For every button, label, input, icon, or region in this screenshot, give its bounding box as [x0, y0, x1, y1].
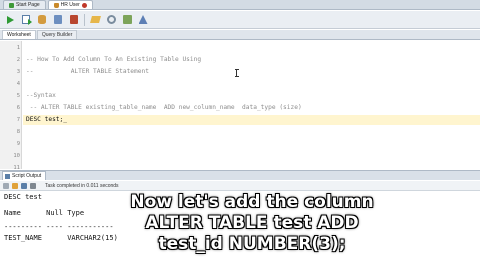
code-line-comment: --Syntax	[26, 92, 56, 99]
line-number-gutter: 1 2 3 4 5 6 7 8 9 10 11	[0, 41, 22, 169]
line-number: 2	[16, 57, 20, 63]
run-script-icon	[22, 15, 32, 25]
tab-start-page-label: Start Page	[16, 2, 40, 8]
output-line: TEST_NAME VARCHAR2(15)	[4, 234, 118, 242]
toolbar-divider	[84, 13, 85, 26]
tab-script-output[interactable]: Script Output	[2, 171, 47, 180]
tab-script-output-label: Script Output	[12, 173, 42, 179]
autotrace-icon	[138, 15, 148, 24]
line-number: 6	[16, 105, 20, 111]
sql-history-button[interactable]	[105, 14, 117, 26]
play-icon	[6, 15, 14, 24]
document-tab-bar: Start Page HR User	[0, 0, 480, 10]
autotrace-button[interactable]	[137, 14, 149, 26]
save-icon[interactable]	[21, 182, 27, 189]
run-script-button[interactable]	[20, 14, 32, 26]
text-cursor-icon	[234, 69, 239, 77]
clear-output-icon[interactable]	[12, 182, 18, 189]
sql-editor[interactable]: 1 2 3 4 5 6 7 8 9 10 11 -- How To Add Co…	[0, 41, 480, 169]
video-caption-line: test_id NUMBER(3);	[158, 234, 346, 254]
clear-button[interactable]	[89, 14, 101, 26]
run-statement-button[interactable]	[4, 14, 16, 26]
line-number: 1	[16, 45, 20, 51]
close-tab-icon[interactable]	[81, 2, 87, 8]
database-connection-icon	[53, 2, 59, 8]
rollback-button[interactable]	[68, 14, 80, 26]
tab-start-page[interactable]: Start Page	[3, 0, 46, 9]
output-line: --------- ---- -----------	[4, 223, 114, 231]
output-line: Name Null Type	[4, 209, 85, 217]
tab-hr-user[interactable]: HR User	[47, 0, 93, 9]
video-caption-line: Now let's add the column	[130, 192, 374, 212]
explain-plan-icon	[122, 15, 132, 24]
history-icon	[106, 15, 116, 24]
task-status: Task completed in 0.011 seconds	[45, 182, 119, 189]
print-icon[interactable]	[30, 182, 36, 189]
video-caption-line: ALTER TABLE test ADD	[145, 213, 359, 233]
code-line-comment: -- ALTER TABLE existing_table_name ADD n…	[26, 104, 302, 111]
output-toolbar: Task completed in 0.011 seconds	[0, 181, 480, 191]
line-number: 7	[16, 117, 20, 123]
code-line-comment: -- How To Add Column To An Existing Tabl…	[26, 56, 202, 63]
tab-worksheet[interactable]: Worksheet	[2, 30, 36, 39]
commit-icon	[54, 15, 62, 24]
line-number: 10	[13, 153, 20, 159]
output-line: DESC test	[4, 193, 42, 201]
rollback-icon	[70, 15, 78, 24]
database-icon	[38, 15, 46, 24]
line-number: 8	[16, 129, 20, 135]
line-number: 3	[16, 69, 20, 75]
line-number: 4	[16, 81, 20, 87]
script-output-icon	[5, 173, 10, 179]
code-line-active: DESC test;_	[23, 115, 480, 125]
output-tab-bar: Script Output	[0, 170, 480, 180]
line-number: 9	[16, 141, 20, 147]
db-button[interactable]	[36, 14, 48, 26]
start-page-icon	[9, 2, 14, 8]
pin-icon[interactable]	[3, 182, 9, 189]
explain-plan-button[interactable]	[121, 14, 133, 26]
line-number: 11	[13, 165, 20, 169]
commit-button[interactable]	[52, 14, 64, 26]
tab-hr-user-label: HR User	[60, 2, 80, 8]
tab-query-builder[interactable]: Query Builder	[36, 30, 78, 39]
line-number: 5	[16, 93, 20, 99]
eraser-icon	[89, 16, 101, 23]
worksheet-toolbar	[0, 11, 480, 29]
code-line-comment: -- ALTER TABLE Statement	[26, 68, 149, 75]
worksheet-tab-bar: Worksheet Query Builder	[0, 30, 480, 40]
